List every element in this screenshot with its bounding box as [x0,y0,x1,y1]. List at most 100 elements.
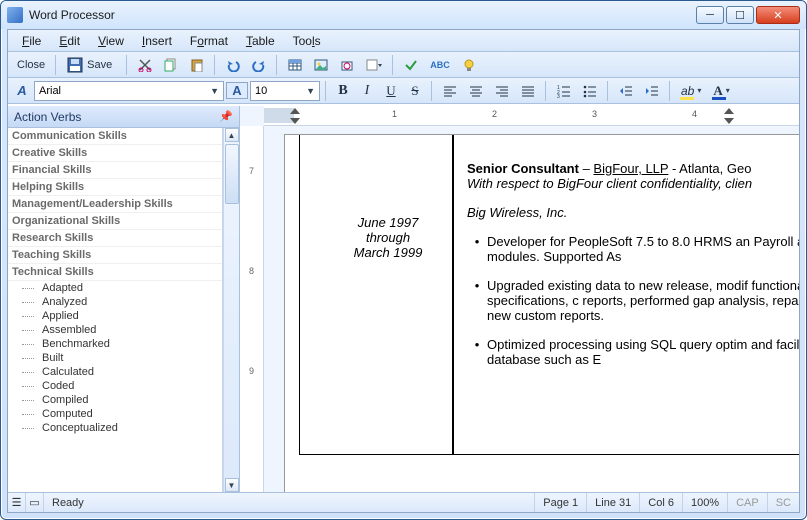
undo-button[interactable] [221,54,245,76]
view-icon[interactable]: ☰ [8,493,26,512]
dropdown-icon [366,58,382,72]
insert-object-button[interactable] [335,54,359,76]
status-zoom[interactable]: 100% [683,493,728,512]
menu-table[interactable]: Table [238,32,283,50]
tree-item[interactable]: Adapted [8,281,222,295]
view-page-icon[interactable]: ▭ [26,493,44,512]
paste-icon [190,58,204,72]
tree-category[interactable]: Research Skills [8,230,222,247]
indent-increase-button[interactable] [640,80,664,102]
tree-item[interactable]: Conceptualized [8,421,222,435]
side-panel-tree[interactable]: Communication Skills Creative Skills Fin… [8,128,223,492]
tree-category[interactable]: Helping Skills [8,179,222,196]
tree-category[interactable]: Communication Skills [8,128,222,145]
tree-item[interactable]: Coded [8,379,222,393]
menu-insert[interactable]: Insert [134,32,180,50]
underline-button[interactable]: U [380,80,402,102]
complete-button[interactable] [399,54,423,76]
highlight-button[interactable]: ab▾ [676,80,706,102]
minimize-button[interactable]: ─ [696,6,724,24]
menu-tools[interactable]: Tools [285,32,329,50]
font-dialog-button[interactable]: A [12,83,32,98]
tree-item[interactable]: Calculated [8,365,222,379]
right-indent-handle[interactable] [724,108,734,114]
insert-image-button[interactable] [309,54,333,76]
right-indent-handle[interactable] [724,118,734,124]
document-page[interactable]: June 1997 through March 1999 Senior Cons… [284,134,799,492]
tree-item[interactable]: Computed [8,407,222,421]
tree-item[interactable]: Built [8,351,222,365]
close-window-button[interactable]: ✕ [756,6,800,24]
align-justify-icon [521,84,535,98]
close-button[interactable]: Close [12,54,50,76]
separator [669,81,671,101]
tree-category[interactable]: Creative Skills [8,145,222,162]
confidential-note: With respect to BigFour client confident… [467,176,799,191]
menu-format[interactable]: Format [182,32,236,50]
side-scrollbar[interactable]: ▲ ▼ [223,128,239,492]
titlebar[interactable]: Word Processor ─ ☐ ✕ [1,1,806,29]
side-panel: Action Verbs 📌 Communication Skills Crea… [8,106,240,492]
tree-category[interactable]: Financial Skills [8,162,222,179]
client-area: File Edit View Insert Format Table Tools… [7,29,800,513]
insert-table-button[interactable] [283,54,307,76]
copy-icon [164,58,178,72]
date-line: March 1999 [313,245,463,260]
align-justify-button[interactable] [516,80,540,102]
tree-category[interactable]: Technical Skills [8,264,222,281]
tree-category[interactable]: Teaching Skills [8,247,222,264]
save-button[interactable]: Save [62,54,121,76]
separator [325,81,327,101]
vertical-ruler[interactable]: 7 8 9 [240,126,264,492]
tools-dropdown-button[interactable] [361,54,387,76]
first-line-indent-handle[interactable] [290,108,300,114]
scroll-thumb[interactable] [225,144,239,204]
pin-icon[interactable]: 📌 [219,110,233,123]
numbered-list-button[interactable]: 123 [552,80,576,102]
side-panel-header[interactable]: Action Verbs 📌 [8,106,239,128]
object-icon [340,58,354,72]
tree-item[interactable]: Applied [8,309,222,323]
fontsize-dialog-button[interactable]: A [226,82,248,99]
table-icon [288,58,302,72]
scroll-up-icon[interactable]: ▲ [225,128,239,142]
strikethrough-button[interactable]: S [404,80,426,102]
scroll-down-icon[interactable]: ▼ [225,478,239,492]
italic-button[interactable]: I [356,80,378,102]
bullet-icon: • [467,278,487,323]
tree-item[interactable]: Benchmarked [8,337,222,351]
menu-file[interactable]: File [14,32,49,50]
menu-edit[interactable]: Edit [51,32,88,50]
copy-button[interactable] [159,54,183,76]
tree-item[interactable]: Assembled [8,323,222,337]
separator [545,81,547,101]
hanging-indent-handle[interactable] [290,118,300,124]
horizontal-ruler[interactable]: 1 2 3 4 [264,106,799,126]
font-combo[interactable]: Arial▼ [34,81,224,101]
font-color-button[interactable]: A▾ [708,80,734,102]
floppy-icon [67,57,83,73]
indent-decrease-button[interactable] [614,80,638,102]
spellcheck-button[interactable]: ABC [425,54,455,76]
status-cap: CAP [728,493,768,512]
bulleted-list-button[interactable] [578,80,602,102]
menu-view[interactable]: View [90,32,132,50]
align-right-button[interactable] [490,80,514,102]
align-left-button[interactable] [438,80,462,102]
redo-button[interactable] [247,54,271,76]
help-button[interactable] [457,54,481,76]
document-area: 1 2 3 4 7 8 9 June 1997 [240,106,799,492]
separator [214,55,216,75]
tree-item[interactable]: Compiled [8,393,222,407]
tree-category[interactable]: Management/Leadership Skills [8,196,222,213]
window-title: Word Processor [29,8,696,22]
align-left-icon [443,84,457,98]
cut-button[interactable] [133,54,157,76]
fontsize-combo[interactable]: 10▼ [250,81,320,101]
bold-button[interactable]: B [332,80,354,102]
tree-category[interactable]: Organizational Skills [8,213,222,230]
maximize-button[interactable]: ☐ [726,6,754,24]
paste-button[interactable] [185,54,209,76]
align-center-button[interactable] [464,80,488,102]
tree-item[interactable]: Analyzed [8,295,222,309]
